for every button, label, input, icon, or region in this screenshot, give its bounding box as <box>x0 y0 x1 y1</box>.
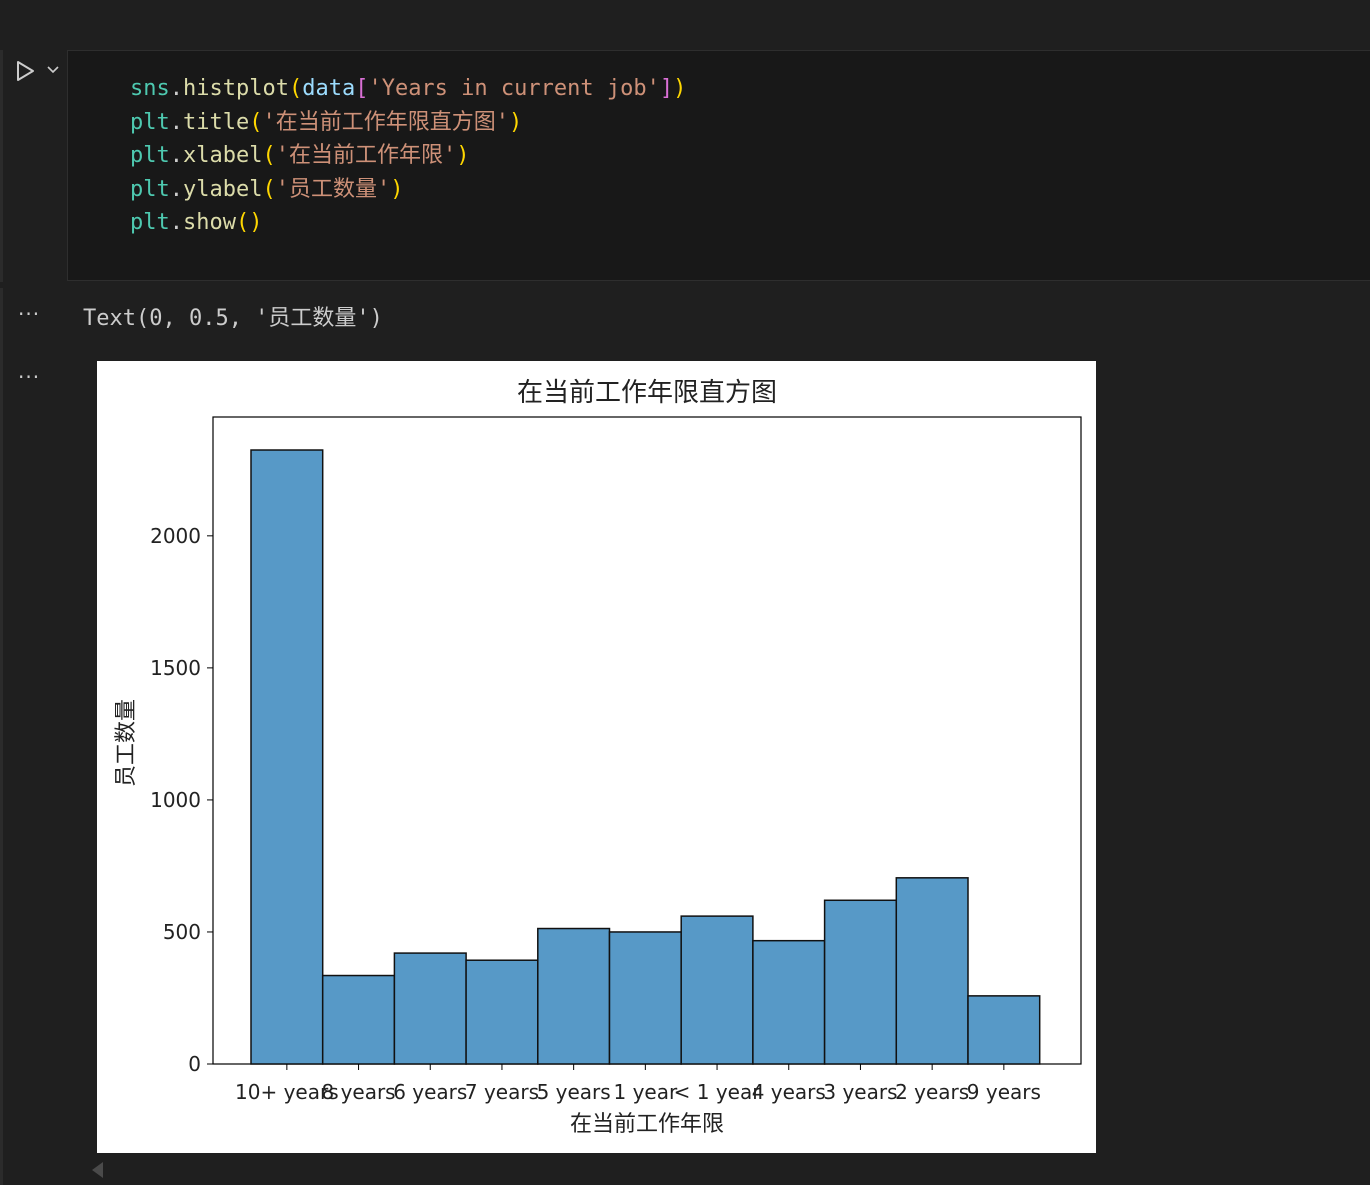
histogram-bar <box>608 931 682 1065</box>
cell-focus-rail <box>0 50 3 282</box>
histogram-bar <box>967 995 1041 1065</box>
top-toolbar <box>0 0 1370 50</box>
output-more-button-2[interactable]: ··· <box>18 367 40 387</box>
code-line[interactable]: plt.title('在当前工作年限直方图') <box>130 106 686 140</box>
x-tick-label: 3 years <box>823 1080 897 1104</box>
code-line[interactable]: sns.histplot(data['Years in current job'… <box>130 72 686 106</box>
histogram-bar <box>680 915 754 1065</box>
y-tick-label: 0 <box>188 1052 201 1076</box>
histogram-bar <box>250 449 324 1065</box>
code-token: . <box>169 143 183 168</box>
y-tick-label: 1500 <box>150 656 201 680</box>
chart-title: 在当前工作年限直方图 <box>517 378 777 408</box>
code-token: ( <box>235 210 250 235</box>
code-token: ylabel <box>183 176 263 202</box>
run-cell-icon[interactable] <box>12 58 38 84</box>
code-token: ) <box>249 210 263 235</box>
y-tick-label: 1000 <box>150 788 201 812</box>
code-token: '员工数量' <box>275 176 391 202</box>
code-token: plt <box>130 210 170 235</box>
code-token: ( <box>262 143 276 168</box>
x-tick-label: 9 years <box>967 1080 1041 1104</box>
scroll-left-arrow-icon[interactable] <box>92 1162 103 1178</box>
x-tick-label: 1 year <box>613 1080 677 1104</box>
code-token: show <box>183 210 236 235</box>
code-token: . <box>169 76 183 101</box>
code-lines[interactable]: sns.histplot(data['Years in current job'… <box>130 72 686 240</box>
histogram-figure: 0 500 1000 1500 2000 10+ years 8 years 6 years 7… <box>97 361 1096 1153</box>
code-token: ] <box>659 76 674 101</box>
x-tick-label: 2 years <box>895 1080 969 1104</box>
histogram-bar <box>752 939 826 1065</box>
text-output: Text(0, 0.5, '员工数量') <box>83 306 383 331</box>
histogram-bar <box>823 899 898 1065</box>
histogram-bar <box>537 927 611 1065</box>
code-token: xlabel <box>183 143 263 168</box>
y-axis-label: 员工数量 <box>114 699 139 787</box>
histogram-bar <box>393 952 467 1065</box>
histogram-bar <box>321 974 396 1065</box>
code-token: ( <box>262 176 276 202</box>
code-token: histplot <box>183 76 289 101</box>
code-token: ) <box>673 76 687 101</box>
code-editor[interactable]: sns.histplot(data['Years in current job'… <box>67 50 1370 281</box>
x-tick-label: 6 years <box>393 1080 467 1104</box>
histogram-chart: 050010001500200010+ years8 years6 years7… <box>114 378 1082 1137</box>
x-tick-label: 5 years <box>537 1080 611 1104</box>
histogram-bar <box>465 959 539 1065</box>
code-token: plt <box>130 143 170 168</box>
code-line[interactable]: plt.show() <box>130 206 686 240</box>
code-token: ) <box>456 143 470 168</box>
code-token: sns <box>130 76 170 101</box>
y-tick-label: 500 <box>163 920 201 944</box>
code-token: . <box>169 176 183 202</box>
output-rail <box>0 288 3 1185</box>
x-tick-label: < 1 year <box>674 1080 762 1104</box>
code-token: ( <box>288 76 303 101</box>
x-axis-label: 在当前工作年限 <box>570 1112 724 1137</box>
code-token: '在当前工作年限直方图' <box>262 109 509 135</box>
code-line[interactable]: plt.ylabel('员工数量') <box>130 173 686 207</box>
y-tick-label: 2000 <box>150 524 201 548</box>
code-token: plt <box>130 109 170 135</box>
output-more-button[interactable]: ··· <box>18 304 40 324</box>
chevron-down-icon[interactable] <box>45 61 61 77</box>
code-token: ) <box>508 109 523 135</box>
code-token: . <box>169 109 183 135</box>
code-token: ) <box>390 176 404 202</box>
code-token: . <box>169 210 183 235</box>
code-token: ( <box>249 109 263 135</box>
code-token: '在当前工作年限' <box>275 143 457 168</box>
code-token: title <box>183 109 250 135</box>
x-tick-label: 8 years <box>321 1080 395 1104</box>
code-token: data <box>302 76 356 101</box>
code-token: [ <box>355 76 369 101</box>
x-tick-label: 7 years <box>465 1080 539 1104</box>
code-token: plt <box>130 176 170 202</box>
x-tick-label: 4 years <box>752 1080 826 1104</box>
histogram-bar <box>895 877 969 1065</box>
code-line[interactable]: plt.xlabel('在当前工作年限') <box>130 139 686 173</box>
code-token: 'Years in current job' <box>368 76 660 101</box>
